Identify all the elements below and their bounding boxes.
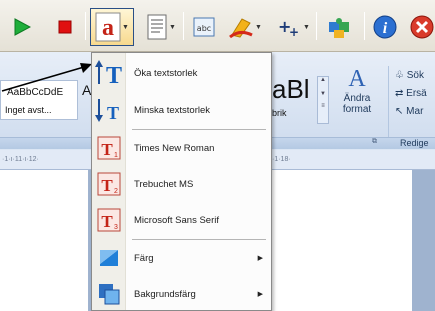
svg-text:a: a [102, 15, 114, 41]
svg-text:T: T [107, 103, 119, 123]
change-format-label-1: Ändra [343, 93, 371, 104]
binoculars-icon: ♧ [395, 70, 407, 81]
menu-item-decrease-text-size[interactable]: T Minska textstorlek [92, 93, 271, 127]
close-button[interactable] [408, 10, 435, 44]
gallery-scroll[interactable]: ▲ ▼ ≡ [317, 76, 329, 124]
svg-text:T: T [101, 140, 113, 159]
ruler-right-ticks: ·1·18· [272, 156, 291, 163]
submenu-arrow-icon: ▶ [257, 255, 263, 262]
font-dropdown-icon: a [95, 12, 121, 42]
change-styles-icon: A [348, 66, 366, 92]
svg-text:i: i [383, 20, 388, 37]
style-label: brik [272, 108, 287, 118]
svg-text:2: 2 [114, 188, 118, 195]
decrease-text-size-icon: T [92, 93, 126, 127]
menu-item-increase-text-size[interactable]: T Öka textstorlek [92, 56, 271, 90]
svg-text:1: 1 [114, 152, 118, 159]
svg-text:abc: abc [197, 24, 211, 33]
menu-separator [132, 239, 266, 240]
style-name: Inget avst... [5, 105, 52, 115]
puzzle-icon [329, 18, 349, 38]
style-big-sample: aBl [272, 74, 310, 104]
play-icon [14, 18, 31, 36]
separator [85, 12, 86, 40]
svg-text:T: T [101, 212, 113, 231]
scroll-down-icon: ▼ [320, 91, 326, 97]
menu-item-font-3[interactable]: T 3 Microsoft Sans Serif [92, 203, 271, 237]
menu-item-color[interactable]: Färg ▶ [92, 241, 271, 275]
menu-item-label: Minska textstorlek [134, 104, 211, 116]
menu-item-label: Microsoft Sans Serif [134, 214, 219, 226]
highlight-icon [229, 18, 253, 39]
document-dropdown-button[interactable]: ▼ [144, 10, 178, 44]
stop-icon [58, 20, 72, 34]
change-format-label-2: format [342, 104, 372, 115]
more-icon: ≡ [321, 103, 325, 109]
font-dropdown-menu: T Öka textstorlek T Minska textstorlek T… [91, 52, 272, 311]
font-2-icon: T 2 [92, 167, 126, 201]
separator [183, 12, 184, 40]
svg-text:+: + [289, 25, 299, 38]
replace-button[interactable]: ⇄ Ersä [395, 88, 427, 99]
puzzle-button[interactable] [322, 10, 358, 44]
separator [316, 12, 317, 40]
replace-icon: ⇄ [395, 88, 407, 99]
scroll-up-icon: ▲ [320, 77, 326, 83]
abc-button[interactable]: abc [190, 10, 220, 44]
annotation-arrow [1, 63, 92, 92]
chevron-down-icon: ▼ [255, 23, 262, 31]
background-color-icon [92, 277, 126, 311]
add-dropdown-button[interactable]: + + ▼ [274, 10, 312, 44]
highlight-dropdown-button[interactable]: ▼ [226, 10, 264, 44]
chevron-down-icon: ▼ [122, 23, 129, 31]
menu-separator [132, 129, 266, 130]
chevron-down-icon: ▼ [303, 23, 310, 31]
menu-item-label: Färg [134, 252, 154, 264]
document-page-right[interactable] [272, 170, 412, 311]
menu-item-background-color[interactable]: Bakgrundsfärg ▶ [92, 277, 271, 311]
info-icon: i [373, 15, 397, 39]
chevron-down-icon: ▼ [169, 23, 176, 31]
menu-item-label: Bakgrundsfärg [134, 288, 196, 300]
abc-icon: abc [193, 17, 215, 37]
replace-label: Ersä [406, 88, 427, 99]
separator [364, 12, 365, 40]
menu-item-font-2[interactable]: T 2 Trebuchet MS [92, 167, 271, 201]
document-icon [147, 14, 167, 40]
find-button[interactable]: ♧ Sök [395, 70, 424, 81]
find-label: Sök [406, 70, 424, 81]
svg-text:T: T [101, 176, 113, 195]
submenu-arrow-icon: ▶ [257, 291, 263, 298]
edit-group: ♧ Sök ⇄ Ersä ↖ Mar [388, 66, 435, 146]
mark-button[interactable]: ↖ Mar [395, 106, 423, 117]
menu-item-font-1[interactable]: T 1 Times New Roman [92, 131, 271, 165]
stop-button[interactable] [52, 10, 78, 44]
change-styles-button[interactable]: A Ändra format [333, 66, 381, 136]
add-icon: + + [278, 17, 299, 38]
document-page[interactable] [0, 170, 88, 311]
toolbar: a ▼ ▼ abc ▼ + + ▼ i [0, 0, 435, 52]
increase-text-size-icon: T [92, 56, 126, 90]
play-button[interactable] [6, 10, 38, 44]
svg-text:3: 3 [114, 224, 118, 231]
menu-item-label: Times New Roman [134, 142, 215, 154]
cursor-icon: ↖ [395, 106, 407, 117]
menu-item-label: Trebuchet MS [134, 178, 194, 190]
color-icon [92, 241, 126, 275]
font-dropdown-button[interactable]: a ▼ [90, 8, 134, 46]
svg-text:T: T [106, 63, 122, 88]
ruler-left-ticks: ·1·ı·11·ı·12· [2, 156, 39, 163]
dialog-launcher-icon[interactable]: ⧉ [372, 138, 377, 146]
font-1-icon: T 1 [92, 131, 126, 165]
menu-item-label: Öka textstorlek [134, 67, 198, 79]
font-3-icon: T 3 [92, 203, 126, 237]
edit-group-label: Redige [400, 138, 429, 148]
info-button[interactable]: i [370, 10, 400, 44]
close-icon [410, 15, 433, 39]
mark-label: Mar [406, 106, 424, 117]
